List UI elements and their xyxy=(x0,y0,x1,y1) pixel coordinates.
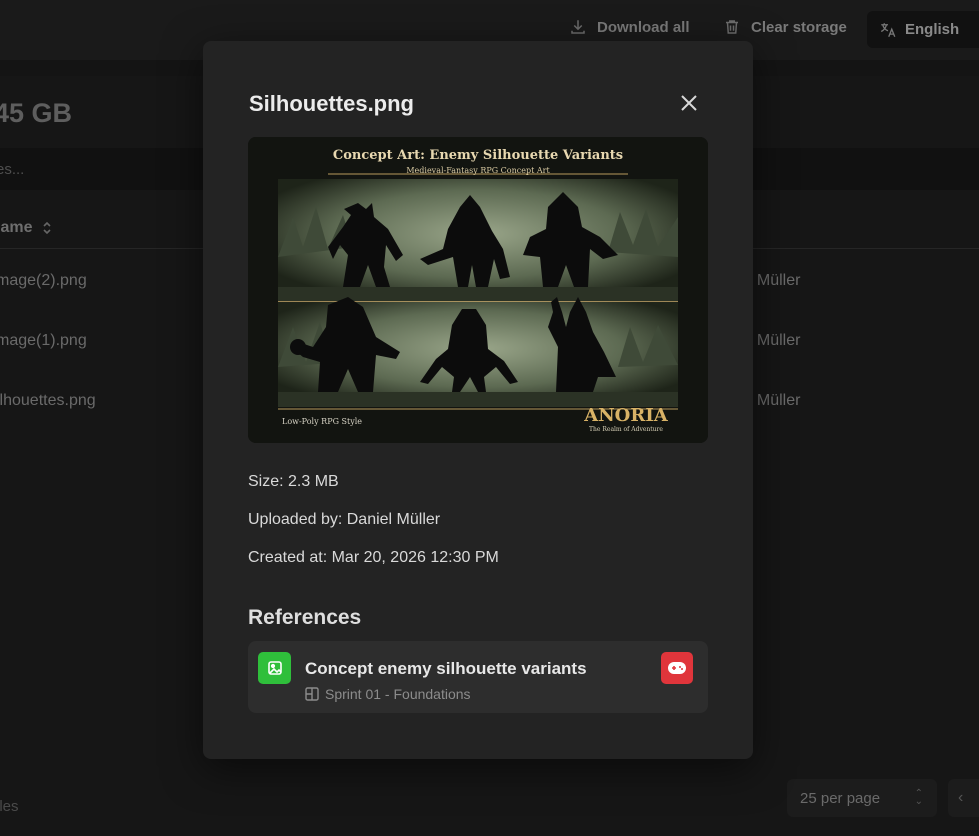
reference-subtitle: Sprint 01 - Foundations xyxy=(305,686,471,702)
reference-card[interactable]: Concept enemy silhouette variants Sprint… xyxy=(248,641,708,713)
table-row-name[interactable]: mage(1).png xyxy=(0,332,87,350)
anoria-logo: ANORIA xyxy=(583,405,668,426)
silhouettes-artwork: Concept Art: Enemy Silhouette Variants M… xyxy=(248,137,708,443)
translate-icon xyxy=(880,22,896,37)
references-heading: References xyxy=(248,606,362,629)
preview-style-label: Low-Poly RPG Style xyxy=(282,417,362,426)
file-size: Size: 2.3 MB xyxy=(248,473,339,490)
storage-size: 45 GB xyxy=(0,98,73,128)
download-icon xyxy=(571,20,585,34)
table-row-name[interactable]: mage(2).png xyxy=(0,272,87,290)
gamepad-icon xyxy=(661,652,693,684)
image-icon xyxy=(258,652,291,684)
column-header-name[interactable]: lame xyxy=(0,219,52,237)
uploaded-by: Uploaded by: Daniel Müller xyxy=(248,511,441,528)
file-details-modal: Silhouettes.png Concept Art: Enemy Silho… xyxy=(203,41,753,759)
preview-heading: Concept Art: Enemy Silhouette Variants xyxy=(333,148,623,163)
files-count-label: iles xyxy=(0,798,19,815)
board-icon xyxy=(305,687,319,701)
trash-icon xyxy=(726,20,738,34)
per-page-select[interactable]: 25 per page ⌃ ⌄ xyxy=(787,779,937,817)
download-all-button[interactable]: Download all xyxy=(569,18,690,36)
modal-title: Silhouettes.png xyxy=(249,91,414,116)
logo-tagline: The Realm of Adventure xyxy=(589,426,663,433)
clear-storage-button[interactable]: Clear storage xyxy=(723,18,847,36)
close-icon xyxy=(681,95,697,111)
previous-page-button[interactable]: ‹ xyxy=(948,779,979,817)
close-button[interactable] xyxy=(676,90,702,116)
image-preview: Concept Art: Enemy Silhouette Variants M… xyxy=(248,137,708,443)
created-at: Created at: Mar 20, 2026 12:30 PM xyxy=(248,549,499,566)
table-row-name[interactable]: ilhouettes.png xyxy=(0,392,96,410)
search-placeholder: es... xyxy=(0,161,25,178)
reference-title: Concept enemy silhouette variants xyxy=(305,659,587,678)
preview-subheading: Medieval-Fantasy RPG Concept Art xyxy=(406,166,550,175)
select-chevrons-icon: ⌃ ⌄ xyxy=(914,788,923,807)
language-selector[interactable]: English xyxy=(867,11,979,48)
sort-icon xyxy=(43,221,52,235)
